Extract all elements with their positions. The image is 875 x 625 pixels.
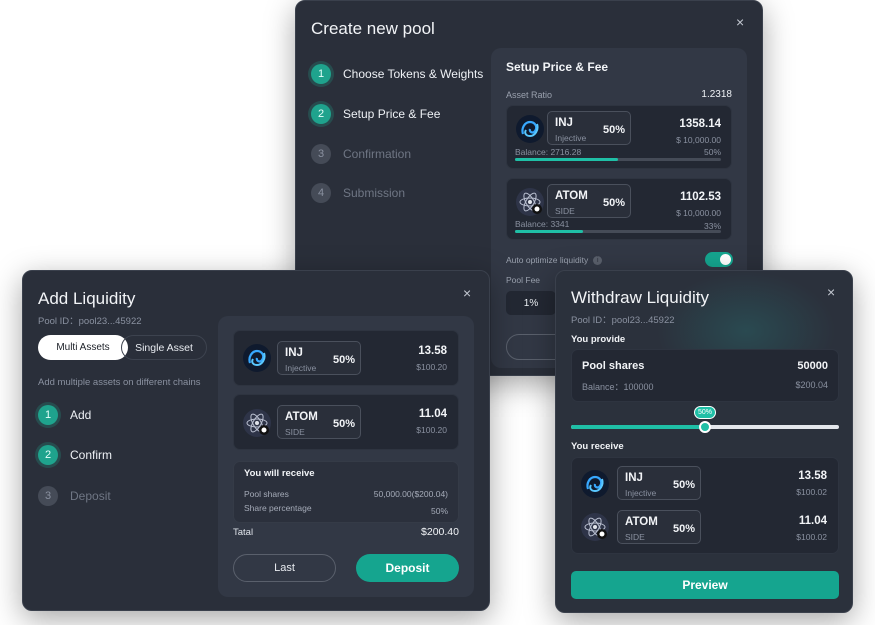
step-1[interactable]: 1 Choose Tokens & Weights <box>311 64 483 84</box>
token-usd: $ 10,000.00 <box>676 135 721 145</box>
token-selector[interactable]: ATOM SIDE 50% <box>547 184 631 218</box>
token-selector[interactable]: INJ Injective 50% <box>277 341 361 375</box>
cosmos-atom-icon <box>516 188 544 216</box>
asset-ratio-label: Asset Ratio <box>506 90 553 100</box>
receive-label: You receive <box>571 441 624 452</box>
token-usd: $100.02 <box>796 532 827 542</box>
pool-fee-label: Pool Fee <box>506 275 541 285</box>
tab-multi-assets[interactable]: Multi Assets <box>38 335 128 360</box>
share-pct-value: 50% <box>430 506 448 516</box>
pool-shares-label: Pool shares <box>582 360 645 372</box>
token-balance: Balance: 3341 <box>515 219 570 229</box>
dialog-title: Withdraw Liquidity <box>571 288 709 307</box>
close-icon[interactable]: × <box>463 286 471 300</box>
injective-icon <box>581 470 609 498</box>
step-add[interactable]: 1 Add <box>38 405 91 425</box>
share-pct-label: Share percentage <box>244 503 312 513</box>
auto-optimize-label: Auto optimize liquidity i <box>506 255 603 265</box>
withdraw-liquidity-dialog: Withdraw Liquidity × Pool ID：pool23...45… <box>555 270 853 613</box>
token-balance: Balance: 2716.28 <box>515 147 582 157</box>
token-usd: $ 10,000.00 <box>676 208 721 218</box>
total-label: Tatal <box>233 527 254 538</box>
token-amount: 1358.14 <box>679 118 721 130</box>
token-amount: 1102.53 <box>680 191 721 203</box>
preview-button[interactable]: Preview <box>571 571 839 599</box>
token-amount: 11.04 <box>418 408 447 420</box>
token-amount: 11.04 <box>798 515 827 527</box>
step-confirm[interactable]: 2 Confirm <box>38 445 112 465</box>
withdraw-slider[interactable]: 50% <box>571 406 839 433</box>
receive-summary: You will receive Pool shares 50,000.00($… <box>233 461 459 523</box>
slider-value-bubble: 50% <box>694 406 716 419</box>
token-selector[interactable]: ATOM SIDE 50% <box>277 405 361 439</box>
pool-id: Pool ID：pool23...45922 <box>571 315 675 326</box>
token-amount: 13.58 <box>418 345 447 357</box>
pool-shares-card: Pool shares 50000 Balance：100000 $200.04 <box>571 349 839 402</box>
token-card-inj: INJ Injective 50% 1358.14 $ 10,000.00 Ba… <box>506 105 732 169</box>
token-usd: $100.20 <box>416 362 447 372</box>
token-selector[interactable]: ATOM SIDE 50% <box>617 510 701 544</box>
token-selector[interactable]: INJ Injective 50% <box>547 111 631 145</box>
dialog-title: Add Liquidity <box>38 289 136 308</box>
pool-shares-value: 50,000.00($200.04) <box>373 489 448 499</box>
step-4: 4 Submission <box>311 183 405 203</box>
provide-label: You provide <box>571 334 626 345</box>
balance-bar <box>515 230 721 233</box>
asset-ratio-value: 1.2318 <box>701 89 732 100</box>
last-button[interactable]: Last <box>233 554 336 582</box>
close-icon[interactable]: × <box>736 15 744 29</box>
close-icon[interactable]: × <box>827 285 835 299</box>
pool-shares-label: Pool shares <box>244 489 289 499</box>
token-card-atom: ATOM SIDE 50% 1102.53 $ 10,000.00 Balanc… <box>506 178 732 240</box>
token-selector[interactable]: INJ Injective 50% <box>617 466 701 500</box>
step-2[interactable]: 2 Setup Price & Fee <box>311 104 440 124</box>
injective-icon <box>516 115 544 143</box>
receive-title: You will receive <box>244 468 315 479</box>
balance-bar <box>515 158 721 161</box>
slider-thumb[interactable] <box>699 421 711 433</box>
cosmos-atom-icon <box>581 513 609 541</box>
token-usd: $100.20 <box>416 425 447 435</box>
token-card-atom: ATOM SIDE 50% 11.04 $100.20 <box>233 394 459 450</box>
token-amount: 13.58 <box>798 470 827 482</box>
pool-id: Pool ID：pool23...45922 <box>38 316 142 327</box>
auto-optimize-toggle[interactable] <box>705 252 733 267</box>
step-3: 3 Confirmation <box>311 144 411 164</box>
deposit-button[interactable]: Deposit <box>356 554 459 582</box>
token-usd: $100.02 <box>796 487 827 497</box>
info-icon: i <box>593 255 603 265</box>
pool-shares-value: 50000 <box>797 360 828 372</box>
hint-text: Add multiple assets on different chains <box>38 377 201 388</box>
balance-usd: $200.04 <box>795 380 828 390</box>
balance-label: Balance：100000 <box>582 382 654 392</box>
injective-icon <box>243 344 271 372</box>
cosmos-atom-icon <box>243 409 271 437</box>
liquidity-form: INJ Injective 50% 13.58 $100.20 ATOM SID… <box>218 316 474 597</box>
token-card-inj: INJ Injective 50% 13.58 $100.20 <box>233 330 459 386</box>
tab-single-asset[interactable]: Single Asset <box>121 335 207 360</box>
receive-card: INJ Injective 50% 13.58 $100.02 ATOM SID… <box>571 457 839 554</box>
slider-fill <box>571 425 705 429</box>
pool-fee-input[interactable]: 1% <box>506 291 556 315</box>
add-liquidity-dialog: Add Liquidity × Pool ID：pool23...45922 M… <box>22 270 490 611</box>
balance-pct: 50% <box>703 147 721 157</box>
step-deposit: 3 Deposit <box>38 486 111 506</box>
dialog-title: Create new pool <box>311 19 435 38</box>
section-title: Setup Price & Fee <box>506 60 609 74</box>
total-value: $200.40 <box>421 526 459 538</box>
